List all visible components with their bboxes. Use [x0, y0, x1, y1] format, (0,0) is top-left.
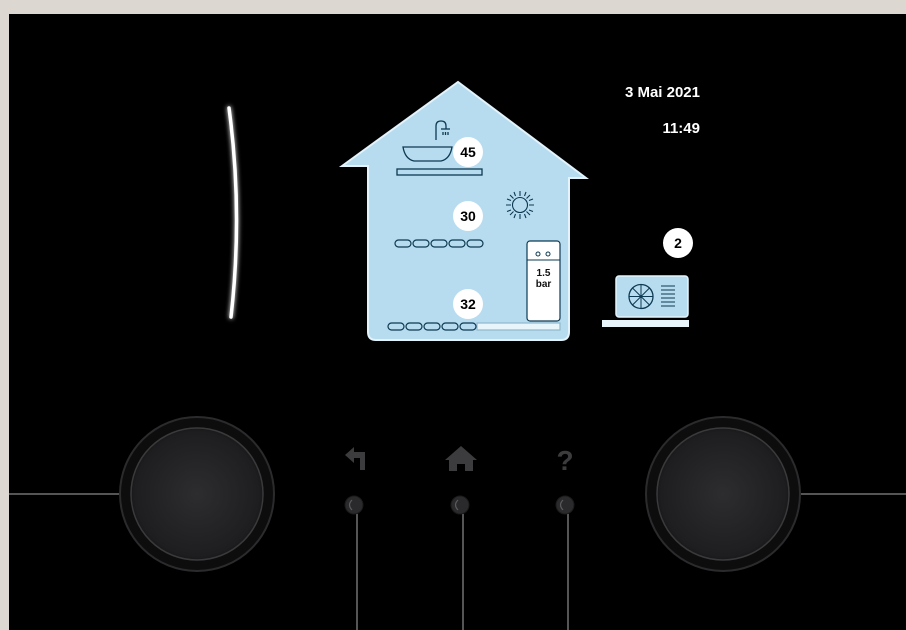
display-graphics: 1.5 bar 45 30 32 2 ?	[9, 80, 906, 630]
pressure-unit: bar	[536, 279, 552, 290]
heat-pump-unit: 2	[602, 228, 693, 327]
floor-heating-segments	[387, 322, 561, 331]
device-photo: 3 Mai 2021 11:49 1.5 bar 45 30 32 2 ?	[0, 0, 906, 630]
back-arrow-icon	[345, 447, 365, 470]
pressure-value: 1.5	[537, 268, 551, 279]
home-icon	[445, 446, 477, 471]
dhw-temp: 45	[460, 144, 476, 160]
outdoor-unit-fan-icon	[602, 275, 689, 327]
question-icon: ?	[556, 445, 573, 476]
help-button[interactable]: ?	[555, 445, 575, 515]
left-rotary-knob[interactable]	[119, 416, 275, 572]
back-button[interactable]	[344, 447, 365, 515]
flow-temp: 32	[460, 296, 476, 312]
heat-pump-count: 2	[674, 235, 682, 251]
house-display: 1.5 bar 45 30 32	[338, 80, 589, 341]
room-heating-segments	[394, 239, 484, 248]
status-light-arc	[227, 106, 239, 319]
home-button[interactable]	[445, 446, 477, 515]
pressure-gauge: 1.5 bar	[526, 240, 561, 322]
room-temp: 30	[460, 208, 476, 224]
right-rotary-knob[interactable]	[645, 416, 801, 572]
control-panel: 3 Mai 2021 11:49 1.5 bar 45 30 32 2 ?	[9, 14, 906, 630]
